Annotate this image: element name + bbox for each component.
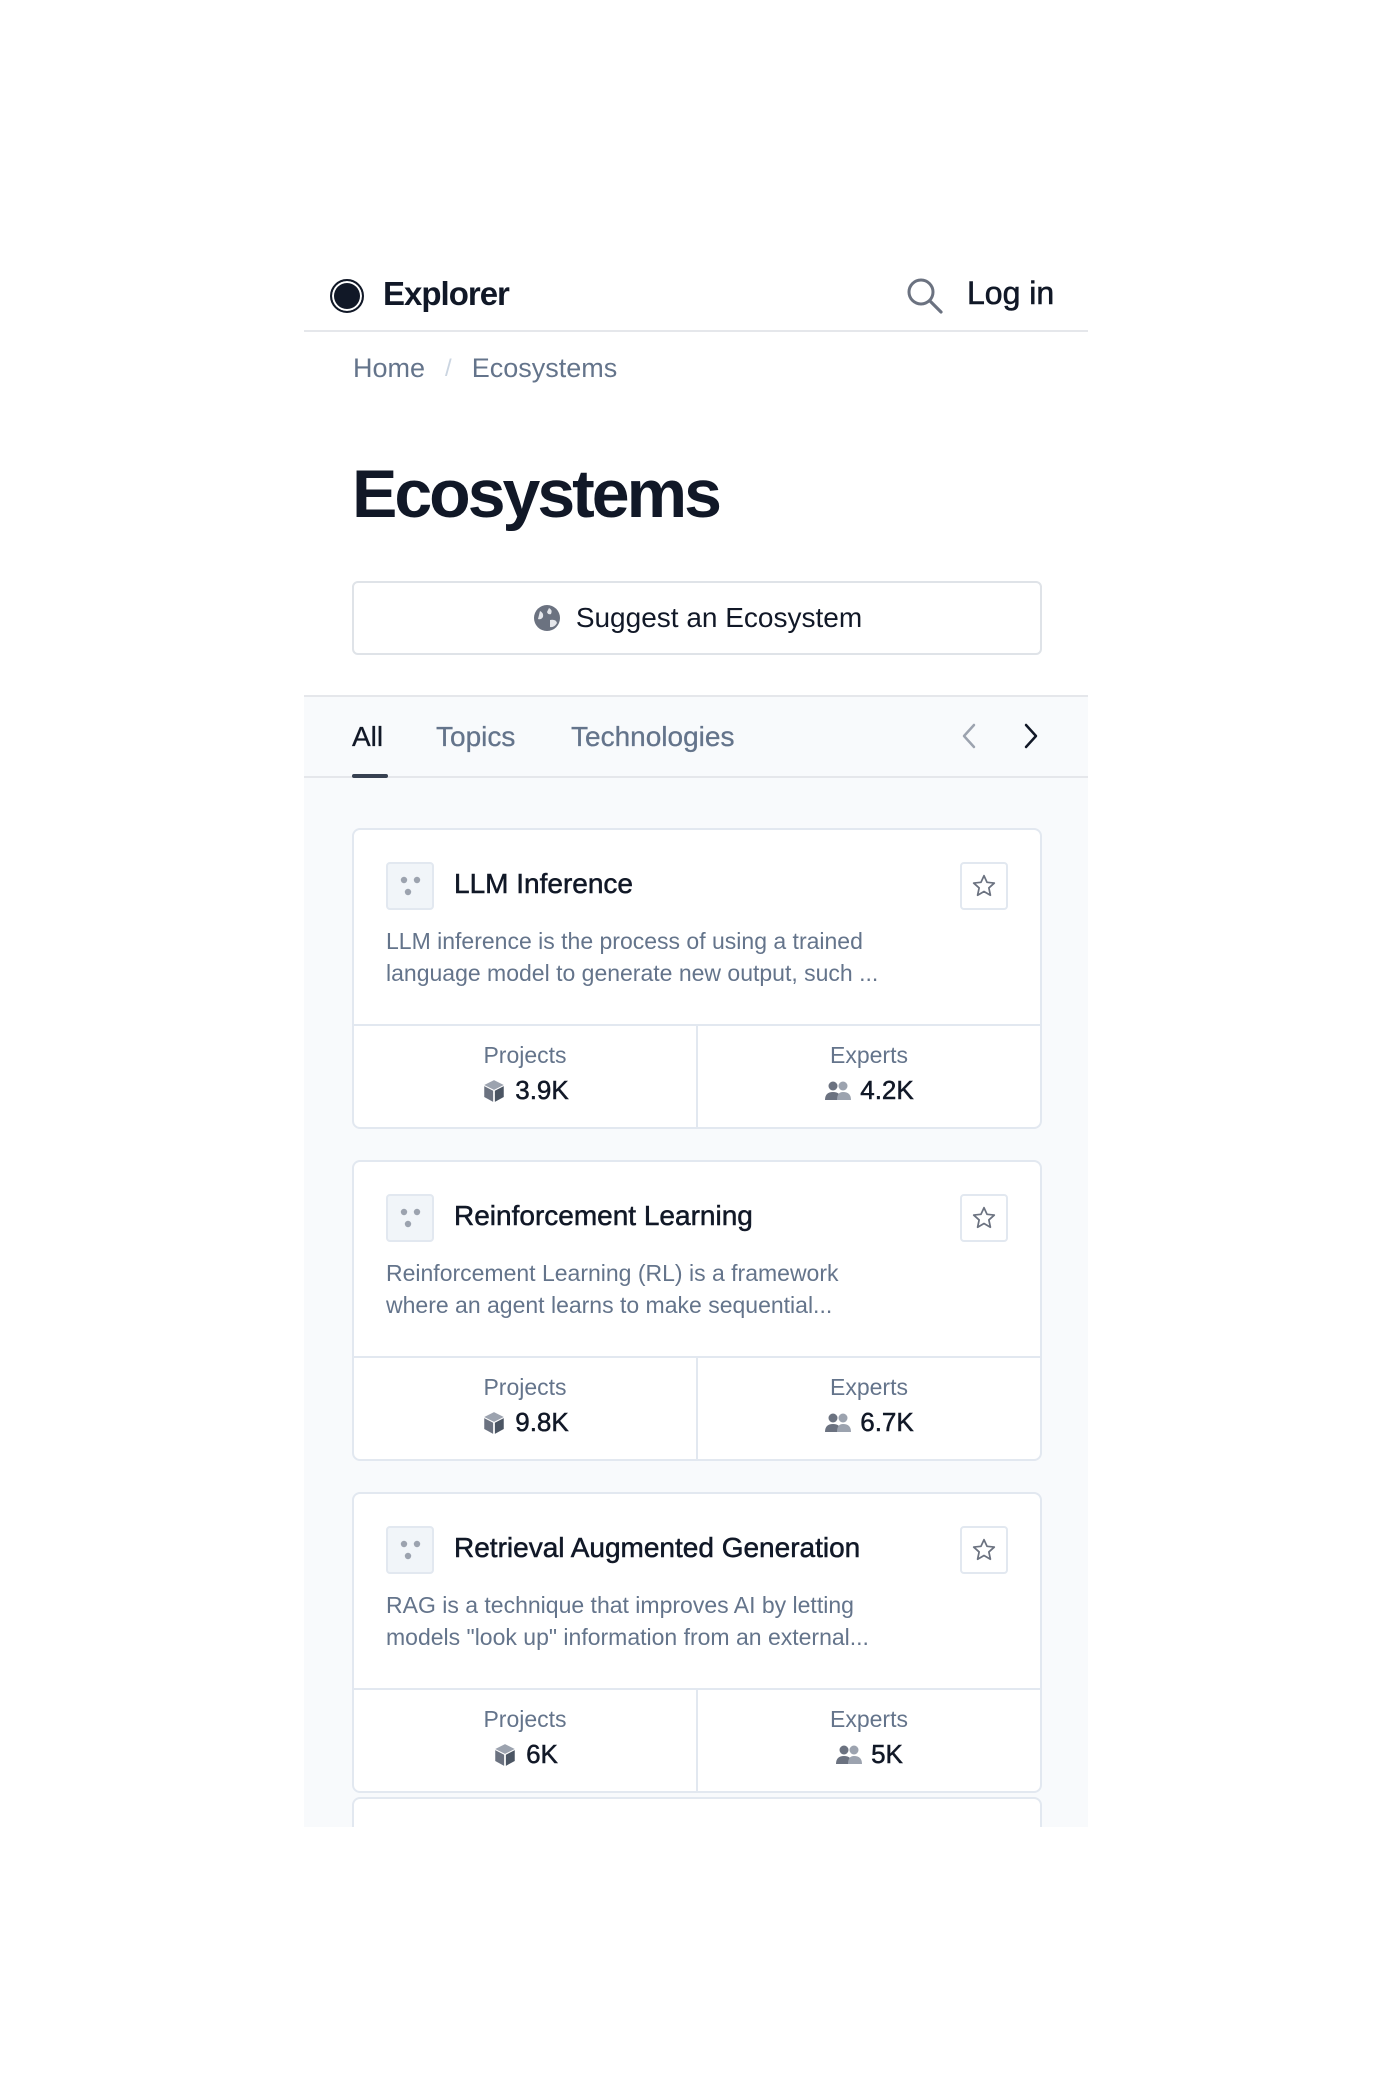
users-icon — [825, 1081, 852, 1100]
projects-label: Projects — [483, 1042, 567, 1068]
users-icon — [825, 1413, 852, 1432]
login-link[interactable]: Log in — [967, 275, 1055, 312]
projects-label: Projects — [483, 1706, 567, 1732]
chevron-left-icon[interactable] — [955, 721, 985, 751]
globe-icon — [532, 603, 562, 633]
experts-stat: Experts 5K — [696, 1690, 1040, 1791]
suggest-ecosystem-button[interactable]: Suggest an Ecosystem — [352, 581, 1042, 655]
experts-label: Experts — [830, 1042, 908, 1068]
breadcrumb-separator: / — [445, 354, 452, 382]
chevron-right-icon[interactable] — [1015, 721, 1045, 751]
tab-all[interactable]: All — [352, 721, 383, 753]
projects-value-wrap: 3.9K — [481, 1075, 569, 1106]
card-stats: Projects 6K Experts 5K — [354, 1688, 1040, 1791]
brand-name[interactable]: Explorer — [383, 275, 510, 313]
ecosystem-card-partial[interactable] — [352, 1797, 1042, 1827]
projects-stat: Projects 6K — [354, 1690, 696, 1791]
card-description: LLM inference is the process of using a … — [386, 928, 879, 986]
card-description: Reinforcement Learning (RL) is a framewo… — [386, 1260, 839, 1318]
dots-icon — [386, 862, 434, 910]
projects-stat: Projects 3.9K — [354, 1026, 696, 1127]
page-title: Ecosystems — [352, 456, 722, 532]
experts-value: 4.2K — [860, 1075, 914, 1106]
projects-stat: Projects 9.8K — [354, 1358, 696, 1459]
experts-value: 6.7K — [860, 1407, 914, 1438]
ecosystem-card[interactable]: LLM Inference LLM inference is the proce… — [352, 828, 1042, 1129]
ecosystem-list: LLM Inference LLM inference is the proce… — [304, 778, 1088, 1827]
star-icon[interactable] — [960, 1526, 1008, 1574]
users-icon — [836, 1745, 863, 1764]
star-icon[interactable] — [960, 862, 1008, 910]
search-icon[interactable] — [904, 275, 946, 317]
experts-stat: Experts 6.7K — [696, 1358, 1040, 1459]
experts-value-wrap: 5K — [835, 1739, 903, 1770]
circle-logo-icon[interactable] — [330, 279, 364, 313]
tab-bar: All Topics Technologies — [304, 695, 1088, 778]
projects-value-wrap: 6K — [492, 1739, 558, 1770]
experts-label: Experts — [830, 1706, 908, 1732]
experts-value-wrap: 6.7K — [824, 1407, 914, 1438]
card-description: RAG is a technique that improves AI by l… — [386, 1592, 869, 1650]
breadcrumb-ecosystems[interactable]: Ecosystems — [472, 353, 618, 384]
projects-label: Projects — [483, 1374, 567, 1400]
top-nav: Explorer Log in — [304, 253, 1088, 332]
dots-icon — [386, 1526, 434, 1574]
star-icon[interactable] — [960, 1194, 1008, 1242]
cube-icon — [484, 1411, 504, 1434]
tab-technologies[interactable]: Technologies — [571, 721, 735, 753]
projects-value: 6K — [526, 1739, 558, 1770]
experts-label: Experts — [830, 1374, 908, 1400]
projects-value-wrap: 9.8K — [481, 1407, 569, 1438]
ecosystem-card[interactable]: Retrieval Augmented Generation RAG is a … — [352, 1492, 1042, 1793]
dots-icon — [386, 1194, 434, 1242]
card-title[interactable]: Retrieval Augmented Generation — [454, 1532, 861, 1564]
cube-icon — [495, 1743, 515, 1766]
card-title[interactable]: LLM Inference — [454, 868, 634, 900]
experts-value-wrap: 4.2K — [824, 1075, 914, 1106]
cube-icon — [484, 1079, 504, 1102]
breadcrumb: Home / Ecosystems — [353, 353, 617, 384]
experts-stat: Experts 4.2K — [696, 1026, 1040, 1127]
card-stats: Projects 3.9K Experts 4.2K — [354, 1024, 1040, 1127]
card-title[interactable]: Reinforcement Learning — [454, 1200, 753, 1232]
card-stats: Projects 9.8K Experts 6.7K — [354, 1356, 1040, 1459]
breadcrumb-home[interactable]: Home — [353, 353, 425, 384]
page-frame: Explorer Log in Home / Ecosystems Ecosys… — [304, 253, 1088, 1827]
projects-value: 9.8K — [515, 1407, 569, 1438]
tab-topics[interactable]: Topics — [436, 721, 516, 753]
ecosystem-card[interactable]: Reinforcement Learning Reinforcement Lea… — [352, 1160, 1042, 1461]
projects-value: 3.9K — [515, 1075, 569, 1106]
experts-value: 5K — [871, 1739, 903, 1770]
suggest-label: Suggest an Ecosystem — [575, 602, 863, 633]
